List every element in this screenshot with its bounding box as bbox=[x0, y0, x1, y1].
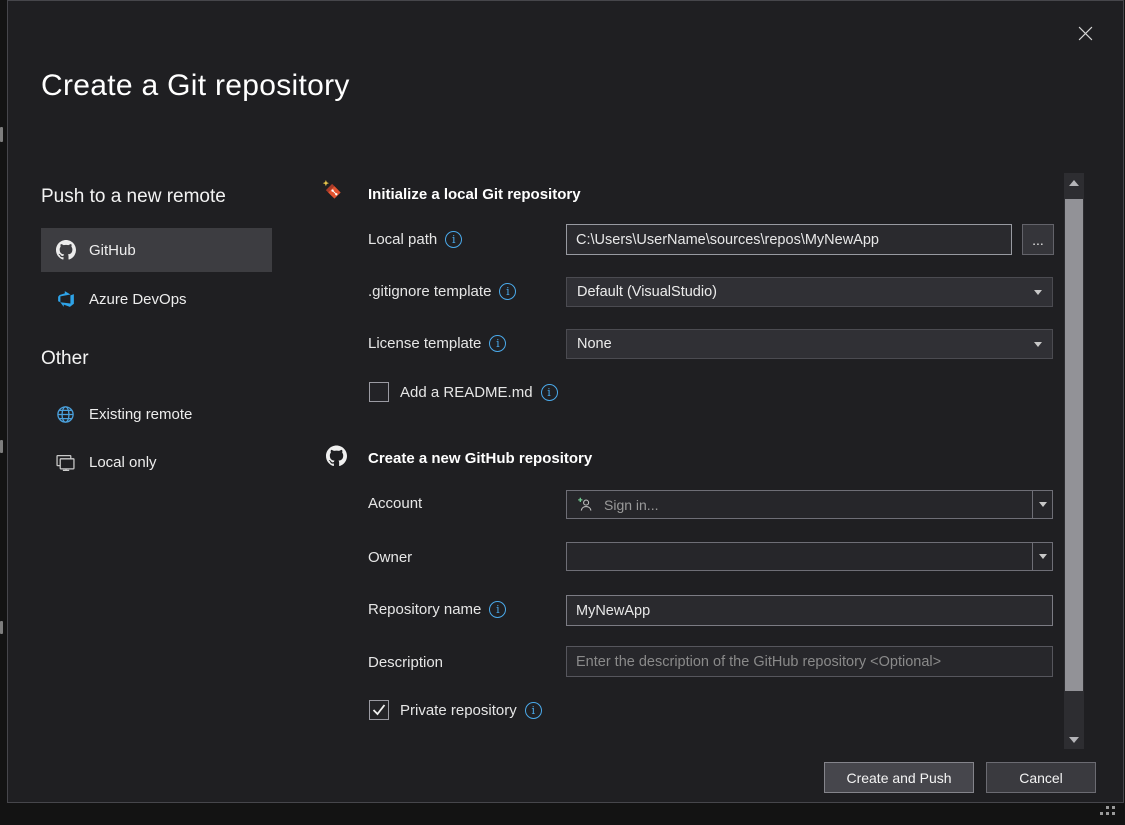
add-readme-label-row: Add a README.md bbox=[400, 384, 558, 401]
github-icon bbox=[326, 445, 347, 467]
gitignore-label-row: .gitignore template bbox=[368, 283, 516, 300]
sidebar-item-label: Existing remote bbox=[89, 406, 192, 423]
chevron-down-icon bbox=[1069, 737, 1079, 743]
azure-devops-icon bbox=[55, 290, 76, 308]
info-icon[interactable] bbox=[541, 384, 558, 401]
chevron-down-icon bbox=[1034, 342, 1042, 347]
push-remote-heading: Push to a new remote bbox=[41, 186, 226, 208]
info-icon[interactable] bbox=[445, 231, 462, 248]
chevron-down-icon bbox=[1039, 502, 1047, 507]
license-template-dropdown[interactable]: None bbox=[566, 329, 1053, 359]
description-input[interactable] bbox=[566, 646, 1053, 677]
sidebar-item-label: Azure DevOps bbox=[89, 291, 187, 308]
background-artifact bbox=[0, 440, 3, 453]
sidebar-item-azure-devops[interactable]: Azure DevOps bbox=[41, 277, 272, 321]
sidebar-item-label: Local only bbox=[89, 454, 157, 471]
owner-label: Owner bbox=[368, 549, 412, 566]
sign-in-person-icon bbox=[575, 497, 596, 513]
account-dropdown-button[interactable] bbox=[1032, 491, 1052, 518]
background-artifact bbox=[0, 127, 3, 142]
github-section-heading: Create a new GitHub repository bbox=[368, 450, 592, 467]
sidebar-item-github[interactable]: GitHub bbox=[41, 228, 272, 272]
other-heading: Other bbox=[41, 348, 89, 370]
scrollbar-thumb[interactable] bbox=[1065, 199, 1083, 691]
private-repository-label-row: Private repository bbox=[400, 702, 542, 719]
account-value: Sign in... bbox=[604, 497, 658, 513]
github-icon bbox=[55, 240, 76, 260]
repository-name-label: Repository name bbox=[368, 601, 481, 618]
repository-name-input[interactable] bbox=[566, 595, 1053, 626]
license-template-value: None bbox=[577, 336, 612, 352]
license-label-row: License template bbox=[368, 335, 506, 352]
private-repository-checkbox[interactable] bbox=[369, 700, 389, 720]
sidebar-item-existing-remote[interactable]: Existing remote bbox=[41, 393, 272, 435]
add-readme-checkbox[interactable] bbox=[369, 382, 389, 402]
check-icon bbox=[370, 704, 388, 716]
description-label: Description bbox=[368, 654, 443, 671]
computer-icon bbox=[55, 454, 76, 471]
local-path-input[interactable] bbox=[566, 224, 1012, 255]
add-readme-label: Add a README.md bbox=[400, 384, 533, 401]
browse-button[interactable]: ... bbox=[1022, 224, 1054, 255]
gitignore-template-value: Default (VisualStudio) bbox=[577, 284, 717, 300]
info-icon[interactable] bbox=[499, 283, 516, 300]
info-icon[interactable] bbox=[489, 601, 506, 618]
owner-label-row: Owner bbox=[368, 549, 412, 566]
local-path-label-row: Local path bbox=[368, 231, 462, 248]
dialog-title: Create a Git repository bbox=[41, 69, 350, 103]
repository-name-label-row: Repository name bbox=[368, 601, 506, 618]
close-button[interactable] bbox=[1071, 19, 1099, 47]
close-icon bbox=[1075, 26, 1096, 41]
license-template-label: License template bbox=[368, 335, 481, 352]
init-section-heading: Initialize a local Git repository bbox=[368, 186, 581, 203]
owner-combo[interactable] bbox=[566, 542, 1053, 571]
account-label: Account bbox=[368, 495, 422, 512]
chevron-down-icon bbox=[1039, 554, 1047, 559]
sidebar-item-local-only[interactable]: Local only bbox=[41, 441, 272, 483]
chevron-down-icon bbox=[1034, 290, 1042, 295]
background-artifact bbox=[0, 621, 3, 634]
account-combo[interactable]: Sign in... bbox=[566, 490, 1053, 519]
chevron-up-icon bbox=[1069, 180, 1079, 186]
cancel-button[interactable]: Cancel bbox=[986, 762, 1096, 793]
scroll-down-button[interactable] bbox=[1064, 731, 1084, 748]
info-icon[interactable] bbox=[489, 335, 506, 352]
info-icon[interactable] bbox=[525, 702, 542, 719]
local-path-label: Local path bbox=[368, 231, 437, 248]
gitignore-template-dropdown[interactable]: Default (VisualStudio) bbox=[566, 277, 1053, 307]
create-and-push-button[interactable]: Create and Push bbox=[824, 762, 974, 793]
globe-icon bbox=[55, 405, 76, 424]
gitignore-template-label: .gitignore template bbox=[368, 283, 491, 300]
scrollbar[interactable] bbox=[1064, 173, 1084, 749]
create-git-repository-dialog: Create a Git repository Push to a new re… bbox=[7, 0, 1124, 803]
private-repository-label: Private repository bbox=[400, 702, 517, 719]
git-repository-icon bbox=[322, 177, 343, 204]
owner-dropdown-button[interactable] bbox=[1032, 543, 1052, 570]
description-label-row: Description bbox=[368, 654, 443, 671]
scroll-up-button[interactable] bbox=[1064, 174, 1084, 191]
sidebar-item-label: GitHub bbox=[89, 242, 136, 259]
account-label-row: Account bbox=[368, 495, 422, 512]
